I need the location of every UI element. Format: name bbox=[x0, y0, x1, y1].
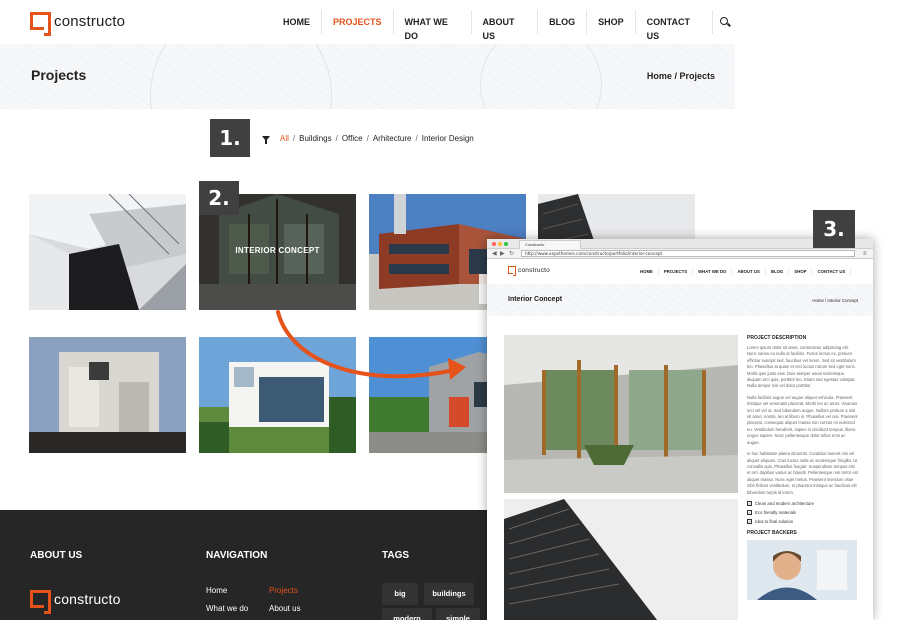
checkbox-icon: ✓ bbox=[747, 500, 752, 506]
tag-simple[interactable]: simple bbox=[436, 608, 480, 620]
breadcrumb-current: Projects bbox=[679, 71, 715, 81]
filter-separator: / bbox=[415, 134, 418, 143]
nav-home[interactable]: HOME bbox=[272, 10, 322, 34]
page-title-bar: Projects Home / Projects bbox=[0, 44, 735, 109]
browser-nav-what-we-do[interactable]: WHAT WE DO bbox=[693, 267, 733, 276]
checkbox-icon: ✓ bbox=[747, 518, 752, 524]
browser-logo[interactable]: constructo bbox=[508, 265, 550, 276]
address-bar[interactable]: http://www.anpsthemes.com/constructo/por… bbox=[521, 250, 855, 257]
reload-icon[interactable]: ↻ bbox=[509, 251, 514, 257]
project-description-heading: PROJECT DESCRIPTION bbox=[747, 335, 807, 341]
browser-logo-text: constructo bbox=[518, 266, 550, 274]
tag-buildings[interactable]: buildings bbox=[424, 583, 474, 605]
feature-item: ✓ Eco friendly materials bbox=[747, 509, 859, 515]
browser-nav-home[interactable]: HOME bbox=[635, 267, 659, 276]
tag-modern[interactable]: modern bbox=[382, 608, 432, 620]
nav-what-we-do[interactable]: WHAT WE DO bbox=[394, 10, 472, 41]
breadcrumb: Home / Projects bbox=[647, 71, 715, 81]
footer-navigation-heading: NAVIGATION bbox=[206, 550, 268, 561]
filter-separator: / bbox=[366, 134, 369, 143]
feature-item: ✓ Clean and modern architecture bbox=[747, 500, 859, 506]
description-paragraph: In hac habitasse platea dictumst. Curabi… bbox=[747, 451, 859, 495]
description-paragraph: Lorem ipsum dolor sit amet, consectetur … bbox=[747, 345, 856, 389]
portfolio-filter: All / Buildings / Office / Arhitecture /… bbox=[262, 134, 474, 144]
filter-icon bbox=[262, 136, 270, 144]
step-marker-1: 1. bbox=[210, 119, 250, 157]
browser-tab[interactable]: Constructo bbox=[519, 240, 581, 249]
browser-nav: HOME PROJECTS WHAT WE DO ABOUT US BLOG S… bbox=[635, 267, 852, 276]
browser-nav-contact-us[interactable]: CONTACT US bbox=[812, 267, 852, 276]
filter-office[interactable]: Office bbox=[342, 134, 363, 143]
browser-nav-shop[interactable]: SHOP bbox=[789, 267, 813, 276]
page-title: Projects bbox=[31, 67, 87, 83]
staircase-image bbox=[29, 194, 186, 310]
browser-page-title: Interior Concept bbox=[508, 296, 563, 303]
white-house-image bbox=[29, 337, 186, 453]
main-nav: HOME PROJECTS WHAT WE DO ABOUT US BLOG S… bbox=[272, 10, 735, 41]
logo-text: constructo bbox=[54, 12, 126, 30]
browser-title-bar: Interior Concept Home / Interior Concept bbox=[487, 284, 873, 316]
browser-nav-about-us[interactable]: ABOUT US bbox=[732, 267, 766, 276]
project-sidebar: PROJECT DESCRIPTION Lorem ipsum dolor si… bbox=[747, 335, 859, 605]
nav-contact-us[interactable]: CONTACT US bbox=[636, 10, 713, 41]
browser-nav-projects[interactable]: PROJECTS bbox=[659, 267, 694, 276]
site-header: constructo HOME PROJECTS WHAT WE DO ABOU… bbox=[0, 0, 735, 44]
filter-separator: / bbox=[335, 134, 338, 143]
backer-avatar bbox=[747, 539, 857, 600]
footer-tags-heading: TAGS bbox=[382, 550, 410, 561]
footer-logo-text: constructo bbox=[54, 591, 121, 607]
description-paragraph: Nulla facilisis augue vel augue aliquet … bbox=[747, 394, 858, 445]
footer-about-heading: ABOUT US bbox=[30, 550, 83, 561]
back-arrow-icon[interactable]: ◀ bbox=[492, 251, 497, 257]
checkbox-icon: ✓ bbox=[747, 509, 752, 515]
filter-buildings[interactable]: Buildings bbox=[299, 134, 331, 143]
footer-link-home[interactable]: Home bbox=[206, 586, 227, 595]
nav-projects[interactable]: PROJECTS bbox=[322, 10, 394, 34]
close-window-icon[interactable] bbox=[492, 242, 496, 246]
nav-shop[interactable]: SHOP bbox=[587, 10, 636, 34]
step-marker-3: 3. bbox=[813, 210, 855, 248]
portfolio-tile-white-house[interactable] bbox=[29, 337, 186, 453]
feature-item: ✓ Idea to final solution bbox=[747, 518, 859, 524]
feature-label: Idea to final solution bbox=[755, 518, 794, 524]
feature-label: Clean and modern architecture bbox=[755, 500, 814, 506]
logo-bracket-icon bbox=[508, 265, 516, 276]
browser-toolbar: ◀ ▶ ↻ http://www.anpsthemes.com/construc… bbox=[487, 249, 873, 259]
step-marker-2: 2. bbox=[199, 181, 239, 215]
filter-interior-design[interactable]: Interior Design bbox=[422, 134, 474, 143]
maximize-window-icon[interactable] bbox=[504, 242, 508, 246]
project-second-image bbox=[504, 499, 738, 620]
minimize-window-icon[interactable] bbox=[498, 242, 502, 246]
tile-hover-label: INTERIOR CONCEPT bbox=[235, 246, 320, 255]
arrow-icon bbox=[276, 310, 466, 380]
footer-link-what-we-do[interactable]: What we do bbox=[206, 604, 248, 613]
search-icon[interactable] bbox=[713, 10, 735, 34]
filter-all[interactable]: All bbox=[280, 134, 289, 143]
logo-bracket-icon bbox=[30, 590, 51, 614]
feature-label: Eco friendly materials bbox=[755, 509, 797, 515]
project-main-image bbox=[504, 335, 738, 493]
breadcrumb-separator: / bbox=[674, 71, 677, 81]
nav-about-us[interactable]: ABOUT US bbox=[472, 10, 539, 41]
browser-nav-blog[interactable]: BLOG bbox=[766, 267, 790, 276]
footer-logo[interactable]: constructo bbox=[30, 590, 121, 614]
logo-bracket-icon bbox=[30, 12, 51, 36]
browser-site-header: constructo HOME PROJECTS WHAT WE DO ABOU… bbox=[487, 259, 873, 284]
nav-blog[interactable]: BLOG bbox=[538, 10, 588, 34]
breadcrumb-home[interactable]: Home bbox=[647, 71, 672, 81]
footer-link-about-us[interactable]: About us bbox=[269, 604, 301, 613]
browser-breadcrumb: Home / Interior Concept bbox=[812, 298, 858, 303]
footer-link-projects[interactable]: Projects bbox=[269, 586, 298, 595]
tag-big[interactable]: big bbox=[382, 583, 418, 605]
logo[interactable]: constructo bbox=[30, 12, 126, 36]
project-backers-heading: PROJECT BACKERS bbox=[747, 529, 797, 536]
menu-icon[interactable]: ≡ bbox=[863, 251, 867, 257]
filter-separator: / bbox=[292, 134, 296, 143]
browser-window: Constructo ◀ ▶ ↻ http://www.anpsthemes.c… bbox=[487, 239, 873, 620]
filter-architecture[interactable]: Arhitecture bbox=[373, 134, 412, 143]
portfolio-tile-staircase[interactable] bbox=[29, 194, 186, 310]
forward-arrow-icon[interactable]: ▶ bbox=[500, 251, 505, 257]
